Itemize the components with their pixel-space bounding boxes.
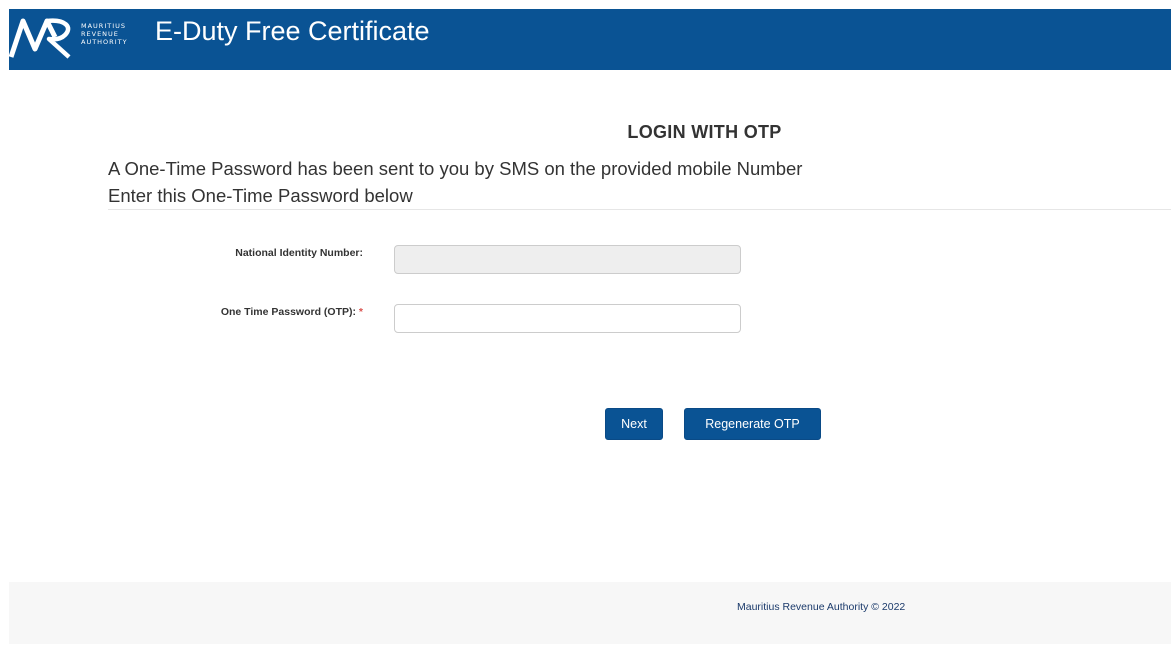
divider: [108, 209, 1171, 210]
regenerate-otp-button[interactable]: Regenerate OTP: [684, 408, 821, 440]
otp-sent-message: A One-Time Password has been sent to you…: [108, 158, 803, 179]
logo-wordmark: MAURITIUS REVENUE AUTHORITY: [81, 22, 128, 46]
next-button[interactable]: Next: [605, 408, 663, 440]
nin-field: [394, 245, 741, 274]
otp-instruction: Enter this One-Time Password below: [108, 185, 413, 206]
mra-logo-icon: [9, 18, 71, 59]
required-marker: *: [358, 306, 363, 318]
footer: [9, 582, 1171, 644]
page-heading: LOGIN WITH OTP: [627, 122, 782, 142]
otp-label: One Time Password (OTP): *: [220, 306, 363, 318]
app-title: E-Duty Free Certificate: [155, 16, 430, 46]
nin-label: National Identity Number:: [235, 247, 363, 259]
app-header: MAURITIUS REVENUE AUTHORITY E-Duty Free …: [9, 9, 1171, 70]
footer-copyright: Mauritius Revenue Authority © 2022: [737, 601, 906, 613]
mra-logo: MAURITIUS REVENUE AUTHORITY: [9, 9, 149, 61]
otp-input[interactable]: [394, 304, 741, 333]
